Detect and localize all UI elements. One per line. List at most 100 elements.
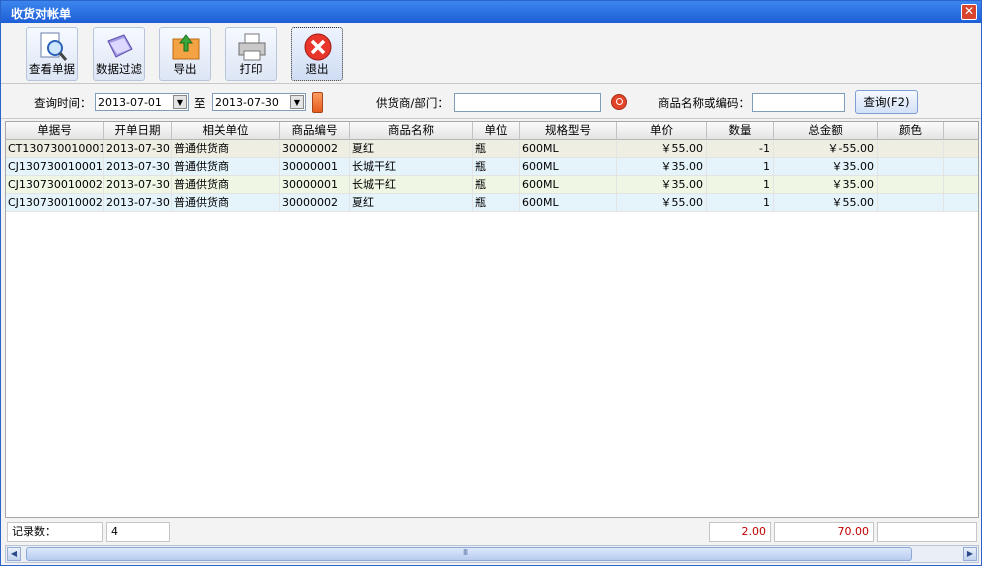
column-header[interactable]: 数量 [707,122,774,140]
exit-label: 退出 [305,62,329,76]
print-button[interactable]: 打印 [225,27,277,81]
main-window: 收货对帐单 ✕ 查看单据 数据过滤 导出 打印 退出 查询时间： 2013-07… [0,0,982,566]
chevron-down-icon[interactable]: ▼ [290,95,304,109]
cell-partner: 普通供货商 [172,176,280,194]
data-filter-button[interactable]: 数据过滤 [93,27,145,81]
cell-spec: 600ML [520,158,617,176]
cell-quantity: -1 [707,140,774,158]
cell-unit: 瓶 [473,176,520,194]
cell-doc-no: CT130730010001 [6,140,104,158]
cell-unit: 瓶 [473,158,520,176]
record-count-value: 4 [106,522,170,542]
column-header[interactable]: 单价 [617,122,707,140]
grid-header: 单据号 开单日期 相关单位 商品编号 商品名称 单位 规格型号 单价 数量 总金… [6,122,978,140]
chevron-down-icon[interactable]: ▼ [173,95,187,109]
cell-color [878,194,944,212]
query-button[interactable]: 查询(F2) [855,90,918,114]
cell-unit-price: ￥35.00 [617,176,707,194]
column-header[interactable]: 相关单位 [172,122,280,140]
cell-unit-price: ￥35.00 [617,158,707,176]
cell-date: 2013-07-30 [104,194,172,212]
to-label: 至 [194,96,206,110]
horizontal-scrollbar[interactable]: ◀ ▶ [5,545,979,563]
export-label: 导出 [173,62,197,76]
cell-doc-no: CJ130730010001 [6,158,104,176]
scroll-right-icon[interactable]: ▶ [963,547,977,561]
column-header[interactable]: 颜色 [878,122,944,140]
view-document-icon [40,32,68,61]
cell-date: 2013-07-30 [104,140,172,158]
cell-unit-price: ￥55.00 [617,194,707,212]
cell-total: ￥-55.00 [774,140,878,158]
table-row[interactable]: CJ130730010002 2013-07-30 普通供货商 30000002… [6,194,978,212]
cell-date: 2013-07-30 [104,158,172,176]
column-header[interactable]: 商品编号 [280,122,350,140]
date-from-value: 2013-07-01 [98,96,162,109]
view-document-button[interactable]: 查看单据 [26,27,78,81]
title-bar: 收货对帐单 ✕ [1,1,981,23]
cell-quantity: 1 [707,176,774,194]
cell-color [878,158,944,176]
view-document-label: 查看单据 [29,62,75,76]
cell-product-name: 长城干红 [350,158,473,176]
window-title: 收货对帐单 [11,7,72,21]
cell-unit: 瓶 [473,194,520,212]
table-row[interactable]: CJ130730010001 2013-07-30 普通供货商 30000001… [6,158,978,176]
cell-total: ￥35.00 [774,158,878,176]
toolbar: 查看单据 数据过滤 导出 打印 退出 [1,23,981,84]
column-header-filler [944,122,978,140]
cell-spec: 600ML [520,176,617,194]
cell-doc-no: CJ130730010002 [6,176,104,194]
export-button[interactable]: 导出 [159,27,211,81]
column-header[interactable]: 规格型号 [520,122,617,140]
column-header[interactable]: 单据号 [6,122,104,140]
supplier-input[interactable] [454,93,601,112]
cell-color [878,140,944,158]
product-input[interactable] [752,93,845,112]
cell-product-code: 30000001 [280,158,350,176]
close-button[interactable]: ✕ [961,4,977,20]
date-to-picker[interactable]: 2013-07-30 ▼ [212,93,306,111]
cell-color [878,176,944,194]
date-from-picker[interactable]: 2013-07-01 ▼ [95,93,189,111]
cell-spec: 600ML [520,140,617,158]
product-label: 商品名称或编码： [658,96,750,110]
column-header[interactable]: 单位 [473,122,520,140]
table-row[interactable]: CT130730010001 2013-07-30 普通供货商 30000002… [6,140,978,158]
filter-icon [107,34,133,58]
column-header[interactable]: 开单日期 [104,122,172,140]
cell-quantity: 1 [707,194,774,212]
query-bar: 查询时间： 2013-07-01 ▼ 至 2013-07-30 ▼ 供货商/部门… [1,85,981,119]
cell-partner: 普通供货商 [172,194,280,212]
print-label: 打印 [239,62,263,76]
cell-partner: 普通供货商 [172,158,280,176]
cell-product-code: 30000002 [280,140,350,158]
scroll-thumb[interactable] [26,547,912,561]
cell-product-code: 30000002 [280,194,350,212]
date-options-button[interactable] [312,92,323,113]
data-filter-label: 数据过滤 [96,62,142,76]
cell-product-name: 夏红 [350,194,473,212]
printer-icon [238,33,266,61]
cell-doc-no: CJ130730010002 [6,194,104,212]
cell-total: ￥35.00 [774,176,878,194]
column-header[interactable]: 商品名称 [350,122,473,140]
cell-date: 2013-07-30 [104,176,172,194]
summary-footer: 记录数： 4 2.00 70.00 [5,519,979,544]
cell-quantity: 1 [707,158,774,176]
exit-icon [304,33,332,61]
record-count-label: 记录数： [7,522,103,542]
data-grid: 单据号 开单日期 相关单位 商品编号 商品名称 单位 规格型号 单价 数量 总金… [5,121,979,518]
cell-total: ￥55.00 [774,194,878,212]
cell-product-name: 长城干红 [350,176,473,194]
cell-partner: 普通供货商 [172,140,280,158]
column-header[interactable]: 总金额 [774,122,878,140]
table-row[interactable]: CJ130730010002 2013-07-30 普通供货商 30000001… [6,176,978,194]
total-amount-value: 70.00 [774,522,874,542]
supplier-label: 供货商/部门： [376,96,449,110]
exit-button[interactable]: 退出 [291,27,343,81]
total-quantity-value: 2.00 [709,522,771,542]
scroll-left-icon[interactable]: ◀ [7,547,21,561]
footer-empty-cell [877,522,977,542]
search-icon[interactable] [611,94,627,110]
